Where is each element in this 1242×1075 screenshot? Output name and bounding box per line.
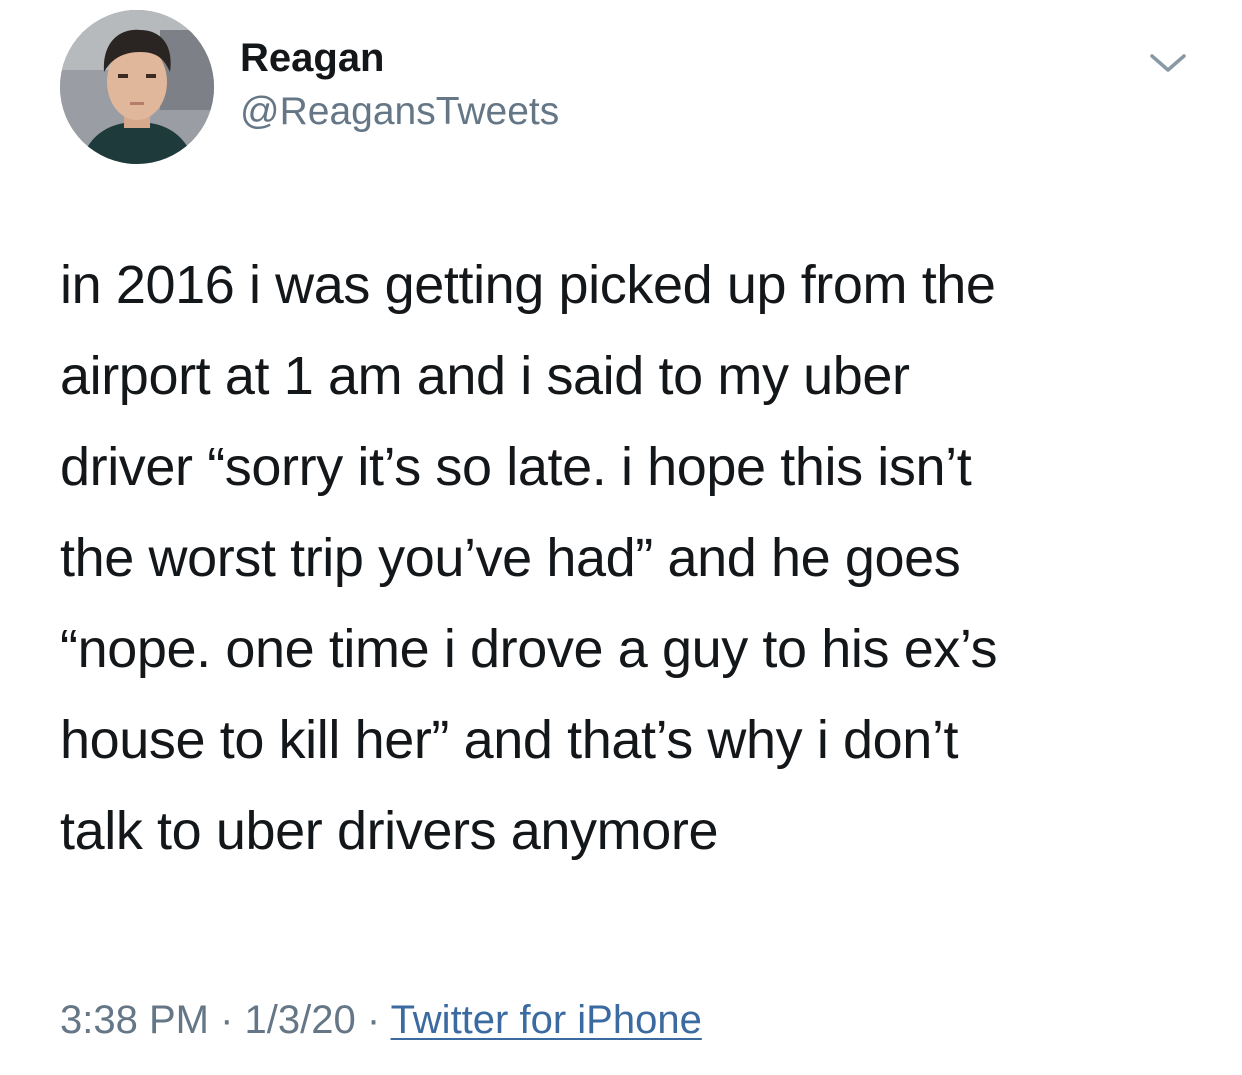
tweet-text-line: house to kill her” and that’s why i don’…: [60, 710, 959, 770]
tweet-text-line: driver “sorry it’s so late. i hope this …: [60, 437, 972, 497]
avatar[interactable]: [60, 10, 214, 164]
meta-separator: ·: [355, 998, 391, 1042]
tweet-meta: 3:38 PM · 1/3/20 · Twitter for iPhone: [60, 994, 702, 1046]
display-name[interactable]: Reagan: [240, 32, 385, 84]
tweet: Reagan @ReagansTweets in 2016 i was gett…: [0, 0, 1242, 1075]
meta-separator: ·: [208, 998, 245, 1042]
tweet-text-line: airport at 1 am and i said to my uber: [60, 346, 910, 406]
tweet-text-line: “nope. one time i drove a guy to his ex’…: [60, 619, 998, 679]
chevron-down-icon[interactable]: [1146, 48, 1190, 78]
tweet-text: in 2016 i was getting picked up from the…: [60, 240, 1220, 877]
avatar-photo: [60, 10, 214, 164]
tweet-text-line: talk to uber drivers anymore: [60, 801, 719, 861]
tweet-text-line: in 2016 i was getting picked up from the: [60, 255, 996, 315]
tweet-text-line: the worst trip you’ve had” and he goes: [60, 528, 961, 588]
tweet-time[interactable]: 3:38 PM: [60, 998, 209, 1042]
tweet-date[interactable]: 1/3/20: [245, 998, 356, 1042]
user-handle[interactable]: @ReagansTweets: [240, 86, 559, 138]
tweet-source-link[interactable]: Twitter for iPhone: [391, 998, 702, 1042]
